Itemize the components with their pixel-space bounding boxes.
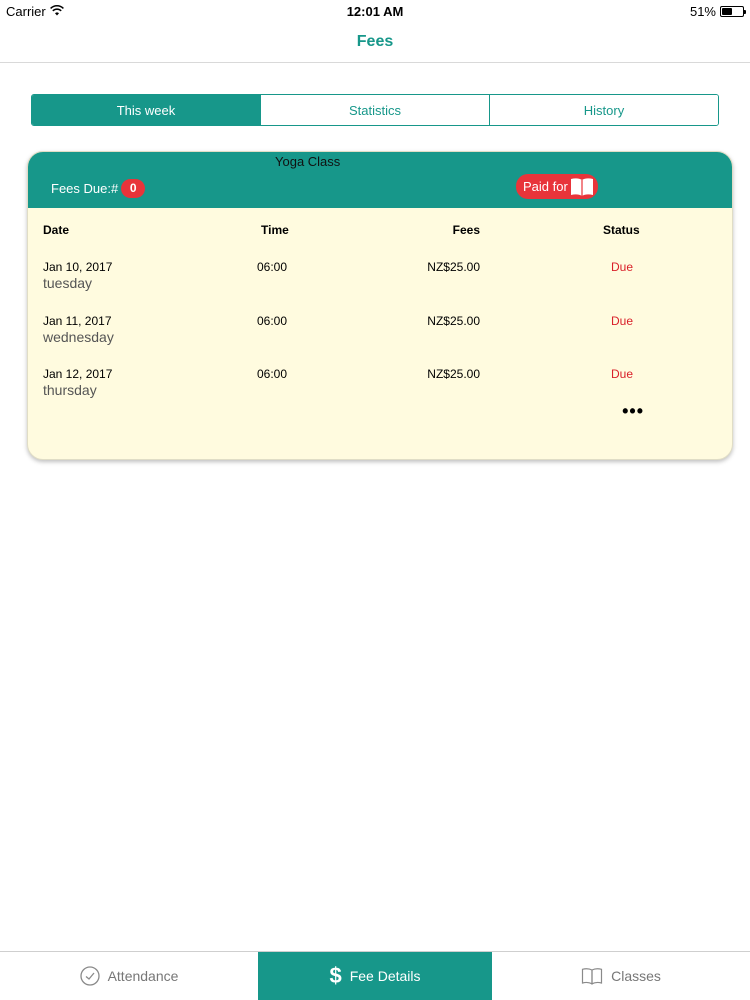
tab-fee-details[interactable]: $ Fee Details [258,952,492,1000]
row-time: 06:00 [257,260,288,274]
class-title: Yoga Class [275,154,341,169]
row-time: 06:00 [257,367,288,381]
row-status: Due [611,314,634,328]
table-row[interactable]: Jan 11, 2017 wednesday 06:00 NZ$25.00 Du… [28,312,732,362]
paid-for-button[interactable]: Paid for [516,174,598,199]
column-header-status: Status [603,223,640,237]
row-date: Jan 10, 2017 [43,260,113,274]
column-header-fees: Fees [452,223,480,237]
book-icon [581,967,603,985]
book-open-icon [570,177,594,197]
tab-classes-label: Classes [611,968,661,984]
fees-due: Fees Due:# 0 [51,179,146,198]
row-status: Due [611,367,634,381]
fees-due-count-badge: 0 [121,179,146,198]
status-time: 12:01 AM [346,4,404,19]
row-status: Due [611,260,634,274]
more-options-button[interactable]: ••• [622,402,644,420]
fees-due-label: Fees Due:# [51,181,119,196]
card-header: Yoga Class Fees Due:# 0 Paid for [28,152,732,208]
row-day: tuesday [43,275,93,291]
segment-statistics[interactable]: Statistics [261,95,490,125]
page-title: Fees [356,33,394,50]
navigation-bar: Fees [0,22,750,63]
status-bar: Carrier 12:01 AM 51% [0,0,750,22]
battery-icon [720,6,746,17]
table-row[interactable]: Jan 10, 2017 tuesday 06:00 NZ$25.00 Due [28,258,732,308]
segment-this-week[interactable]: This week [32,95,261,125]
period-segmented-control: This week Statistics History [31,94,719,126]
row-day: thursday [43,382,97,398]
battery-percent: 51% [689,4,716,19]
row-time: 06:00 [257,314,288,328]
battery-fill [722,8,733,15]
check-circle-icon [79,966,100,986]
row-date: Jan 11, 2017 [43,314,112,328]
paid-for-label: Paid for [523,179,568,194]
row-fee: NZ$25.00 [427,260,480,274]
row-fee: NZ$25.00 [427,367,480,381]
column-header-date: Date [43,223,70,237]
tab-attendance[interactable]: Attendance [0,952,258,1000]
dollar-icon: $ [329,963,342,988]
row-day: wednesday [43,329,114,345]
tab-classes[interactable]: Classes [492,952,750,1000]
battery-indicator: 51% [689,4,746,19]
row-date: Jan 12, 2017 [43,367,113,381]
segment-history[interactable]: History [490,95,718,125]
row-fee: NZ$25.00 [427,314,480,328]
class-fee-card: Yoga Class Fees Due:# 0 Paid for Date Ti… [27,151,733,460]
column-header-time: Time [261,223,289,237]
tab-attendance-label: Attendance [107,968,179,984]
tab-bar: Attendance $ Fee Details Classes [0,951,750,1000]
tab-fee-details-label: Fee Details [349,968,421,984]
